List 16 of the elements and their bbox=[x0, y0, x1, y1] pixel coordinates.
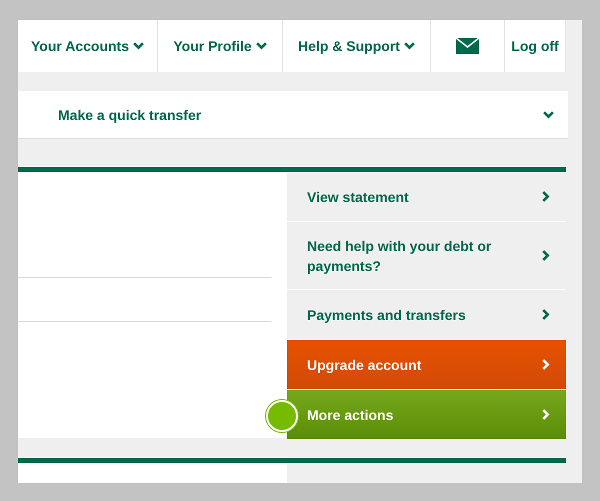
chevron-down-icon bbox=[133, 42, 144, 50]
action-link[interactable]: Need help with your debt or payments? bbox=[287, 222, 566, 289]
chevron-right-icon bbox=[542, 359, 550, 370]
chevron-right-icon bbox=[542, 409, 550, 420]
action-link[interactable]: View statement bbox=[287, 172, 566, 221]
chevron-down-icon bbox=[404, 42, 415, 50]
chevron-right-icon bbox=[542, 309, 550, 320]
action-link[interactable]: More actions bbox=[287, 390, 566, 439]
quick-transfer-bar[interactable]: Make a quick transfer bbox=[18, 91, 568, 139]
action-link[interactable]: Upgrade account bbox=[287, 340, 566, 389]
chevron-right-icon bbox=[542, 250, 550, 261]
chevron-right-icon bbox=[542, 191, 550, 202]
chevron-down-icon bbox=[256, 42, 267, 50]
envelope-icon bbox=[456, 38, 479, 54]
action-link[interactable]: Payments and transfers bbox=[287, 290, 566, 339]
chevron-icon bbox=[543, 110, 554, 118]
